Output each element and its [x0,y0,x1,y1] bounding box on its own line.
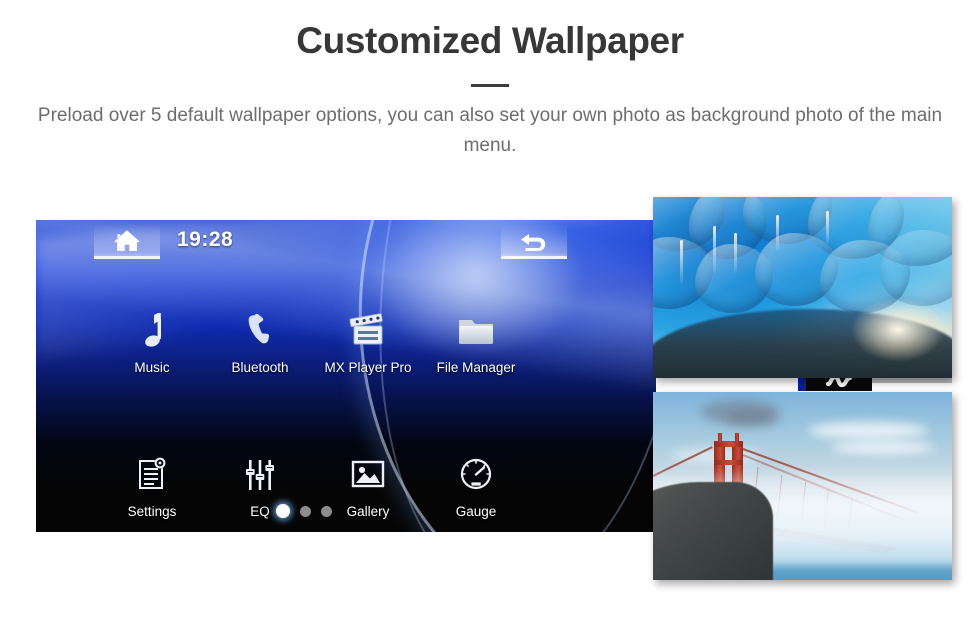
app-row-2: Settings EQ Gallery Gauge [36,454,596,532]
app-label: Gauge [455,504,497,519]
page-dot-2[interactable] [300,505,311,517]
app-label: MX Player Pro [324,360,412,375]
app-gauge[interactable]: Gauge [422,454,530,532]
ice-cave-wallpaper[interactable] [653,197,952,378]
app-gallery[interactable]: Gallery [314,454,422,532]
app-label: Gallery [346,504,390,519]
status-bar: 19:28 [36,220,656,264]
app-label: Bluetooth [231,360,289,375]
app-music[interactable]: Music [98,310,206,417]
title-divider [471,84,509,87]
app-file-manager[interactable]: File Manager [422,310,530,417]
equalizer-sliders-icon [243,454,277,496]
app-label: Music [134,360,170,375]
app-bluetooth[interactable]: Bluetooth [206,310,314,417]
app-settings[interactable]: Settings [98,454,206,532]
app-grid: Music Bluetooth MX Player Pro File Manag… [36,310,596,532]
folder-icon [456,310,496,352]
app-mx-player-pro[interactable]: MX Player Pro [314,310,422,417]
page-title: Customized Wallpaper [296,20,684,61]
golden-gate-bridge-wallpaper[interactable] [653,392,952,580]
app-label: EQ [250,504,270,519]
app-label: Settings [127,504,177,519]
speedometer-icon [458,454,494,496]
page-subtitle: Preload over 5 default wallpaper options… [37,105,943,156]
back-arrow-icon [517,230,551,252]
picture-icon [350,454,386,496]
page-dot-1[interactable] [276,504,290,518]
phone-handset-icon [242,310,278,352]
app-eq[interactable]: EQ [206,454,314,532]
back-button[interactable] [501,225,567,259]
music-note-icon [136,310,168,352]
page-dot-3[interactable] [321,505,332,517]
ice-cave-light [838,287,952,371]
head-unit-screen[interactable]: 19:28 Music Bluetooth MX Player Pro File… [36,220,656,532]
bridge-headland [653,482,773,580]
home-icon [113,229,141,253]
page-header: Customized Wallpaper Preload over 5 defa… [0,0,980,161]
app-label: File Manager [436,360,516,375]
page-indicator[interactable] [276,504,332,518]
settings-list-gear-icon [135,454,169,496]
clock: 19:28 [177,228,234,251]
home-button[interactable] [94,225,160,259]
clapperboard-icon [347,310,389,352]
app-row-1: Music Bluetooth MX Player Pro File Manag… [36,310,596,417]
